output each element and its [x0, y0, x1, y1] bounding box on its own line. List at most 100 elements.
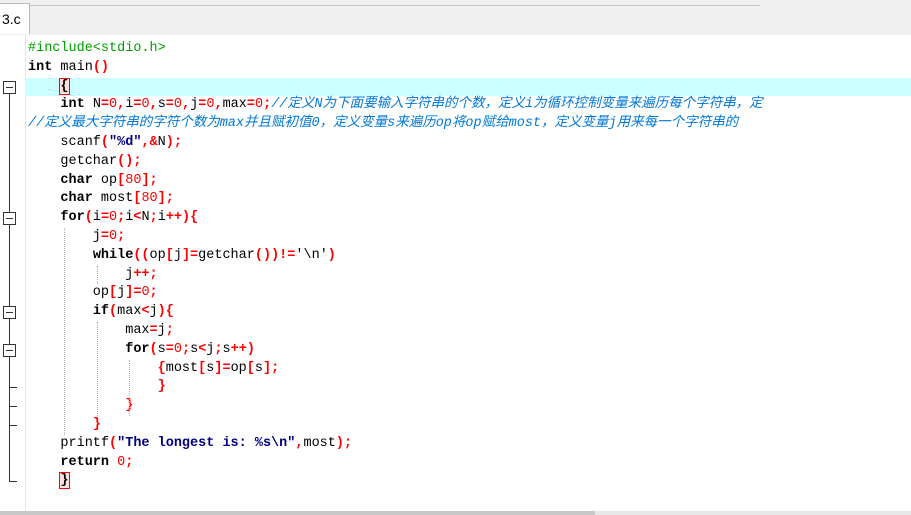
code-line[interactable]: char most[80]; — [28, 190, 911, 209]
code-token: = — [100, 210, 110, 226]
code-token: [ — [165, 247, 174, 263]
fold-end-marker — [9, 425, 17, 426]
code-line[interactable]: { — [25, 77, 911, 97]
fold-collapse-icon[interactable] — [3, 80, 16, 94]
code-token: 0 — [141, 285, 150, 301]
code-token: s — [157, 341, 166, 357]
fold-guide-line — [9, 225, 10, 307]
file-tab-label: 3.c — [2, 11, 21, 27]
code-line[interactable]: if(max<j){ — [28, 303, 911, 322]
horizontal-scrollbar[interactable] — [0, 511, 911, 515]
code-area[interactable]: #include<stdio.h> int main() { int N=0,i=… — [25, 40, 911, 491]
code-token: , — [149, 97, 158, 113]
code-token: s — [254, 360, 263, 376]
tab-bar-divider — [30, 0, 760, 6]
code-line[interactable]: for(s=0;s<j;s++) — [28, 341, 911, 360]
code-token: 0 — [173, 341, 182, 357]
code-token: () — [92, 59, 110, 75]
code-token: scanf — [28, 134, 101, 150]
code-token: max — [28, 322, 150, 338]
fold-collapse-icon[interactable] — [3, 306, 16, 320]
code-token: ); — [335, 435, 353, 451]
code-token: = — [246, 97, 255, 113]
code-line[interactable]: } — [28, 472, 911, 491]
code-line[interactable]: int N=0,i=0,s=0,j=0,max=0;//定义N为下面要输入字符串… — [28, 96, 911, 115]
file-tab[interactable]: 3.c — [0, 3, 30, 34]
code-token: 0 — [109, 210, 118, 226]
code-token: ,& — [141, 134, 158, 150]
code-line[interactable]: int main() — [28, 59, 911, 78]
code-token: ; — [181, 341, 191, 357]
code-line[interactable]: } — [28, 416, 911, 435]
code-token: ){ — [157, 304, 174, 320]
code-token: [ — [246, 360, 255, 376]
code-token: = — [165, 97, 174, 113]
fold-collapse-icon[interactable] — [3, 212, 16, 226]
code-line[interactable]: getchar(); — [28, 153, 911, 172]
code-token: getchar — [28, 153, 118, 169]
code-token: ; — [125, 454, 134, 470]
code-token: j — [149, 304, 158, 320]
code-token: j — [157, 322, 166, 338]
code-token: } — [59, 472, 70, 490]
code-token: ++){ — [165, 210, 199, 226]
code-token: 0 — [109, 97, 118, 113]
code-token: ]= — [214, 360, 231, 376]
code-line[interactable]: //定义最大字符串的字符个数为max并且赋初值0，定义变量s来遍历op将op赋给… — [28, 115, 911, 134]
code-token: max — [117, 304, 142, 320]
indent-guide — [64, 228, 66, 435]
code-token: char — [60, 172, 93, 188]
code-token: (); — [117, 153, 142, 169]
code-line[interactable]: scanf("%d",&N); — [28, 134, 911, 153]
fold-collapse-icon[interactable] — [3, 343, 16, 357]
code-token: 80 — [141, 191, 158, 207]
code-line[interactable]: j++; — [28, 266, 911, 285]
fold-end-marker — [9, 387, 17, 389]
code-token: s — [157, 97, 166, 113]
fold-end-marker — [9, 406, 17, 408]
code-token: 80 — [125, 172, 142, 188]
code-token: ++) — [230, 341, 255, 357]
code-token: ( — [84, 210, 93, 226]
code-line[interactable]: {most[s]=op[s]; — [28, 360, 911, 379]
indent-guide — [96, 322, 98, 416]
scrollbar-thumb[interactable] — [0, 511, 595, 515]
code-line[interactable]: } — [28, 378, 911, 397]
code-line[interactable]: char op[80]; — [28, 172, 911, 191]
code-token: i — [92, 210, 101, 226]
code-token: ; — [117, 228, 126, 244]
code-token: '\n' — [295, 247, 328, 263]
code-token: op — [92, 172, 118, 188]
code-token: j — [173, 247, 182, 263]
code-token: N — [141, 210, 150, 226]
code-line[interactable]: max=j; — [28, 322, 911, 341]
code-token: if — [92, 304, 110, 320]
code-line[interactable]: #include<stdio.h> — [28, 40, 911, 59]
code-token: ]= — [125, 285, 142, 301]
code-line[interactable]: for(i=0;i<N;i++){ — [28, 209, 911, 228]
code-line[interactable]: while((op[j]=getchar())!='\n') — [28, 247, 911, 266]
code-line[interactable]: } — [28, 397, 911, 416]
code-token: = — [100, 228, 110, 244]
code-token: ; — [149, 210, 158, 226]
code-token: ); — [165, 134, 182, 150]
code-token: char — [60, 191, 93, 207]
code-token: { — [59, 77, 70, 95]
code-token: op — [28, 285, 110, 301]
code-line[interactable]: return 0; — [28, 454, 911, 473]
code-editor[interactable]: #include<stdio.h> int main() { int N=0,i=… — [0, 35, 911, 513]
code-token: 0 — [173, 97, 183, 113]
code-line[interactable]: printf("The longest is: %s\n",most); — [28, 435, 911, 454]
code-token: "The longest is: %s\n" — [117, 435, 296, 451]
code-line[interactable]: op[j]=0; — [28, 284, 911, 303]
code-line[interactable]: j=0; — [28, 228, 911, 247]
code-token: i — [157, 210, 166, 226]
code-token: op — [230, 360, 247, 376]
